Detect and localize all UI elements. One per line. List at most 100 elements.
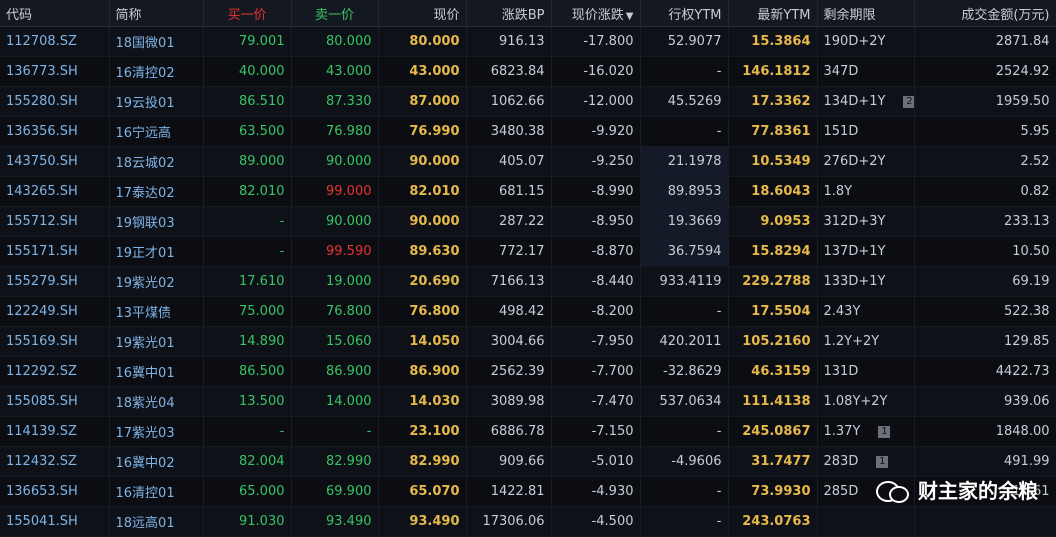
col-header-price[interactable]: 现价 (378, 0, 467, 27)
row-name: 18云城02 (109, 146, 204, 177)
col-header-bid[interactable]: 买一价 (203, 0, 292, 27)
row-latest-ytm: 105.2160 (728, 326, 818, 357)
row-latest-ytm: 243.0763 (728, 506, 818, 537)
row-name: 19紫光01 (109, 326, 204, 357)
table-row[interactable]: 155712.SH 19钢联03-90.000 90.000 287.22 -8.950… (0, 206, 1056, 237)
row-amount: 522.38 (914, 296, 1056, 327)
table-row[interactable]: 122249.SH 13平煤债 75.000 76.800 76.800 498.42 -8… (0, 296, 1056, 327)
row-amount: 491.99 (914, 446, 1056, 477)
term-value: 347D (823, 64, 859, 79)
row-ask: 80.000 (291, 26, 379, 57)
row-name: 16冀中01 (109, 356, 204, 387)
col-header-change[interactable]: 现价涨跌 ▼ (551, 0, 641, 27)
row-bp: 909.66 (466, 446, 552, 477)
table-row[interactable]: 114139.SZ 17紫光03- -23.100 6886.78 -7.150-245… (0, 416, 1056, 447)
row-ytm: 45.5269 (640, 86, 729, 117)
row-term: 1.8Y (817, 176, 915, 207)
row-price: 43.000 (378, 56, 467, 87)
row-price: 23.100 (378, 416, 467, 447)
note-badge[interactable]: 1 (876, 455, 889, 468)
table-row[interactable]: 155085.SH 18紫光04 13.500 14.000 14.030 3089.98… (0, 386, 1056, 417)
row-term: 1.37Y 1 (817, 416, 915, 447)
row-code: 155085.SH (0, 386, 110, 417)
row-ask: 76.800 (291, 296, 379, 327)
row-ytm: - (640, 416, 729, 447)
row-latest-ytm: 245.0867 (728, 416, 818, 447)
row-price: 93.490 (378, 506, 467, 537)
row-amount: 10.50 (914, 236, 1056, 267)
term-value: 285D (823, 484, 859, 499)
col-header-latest-ytm[interactable]: 最新YTM (728, 0, 818, 27)
term-value: 276D+2Y (823, 154, 886, 169)
row-ask: 93.490 (291, 506, 379, 537)
table-row[interactable]: 112432.SZ 16冀中02 82.004 82.990 82.990 909.66-… (0, 446, 1056, 477)
row-change: -8.990 (551, 176, 641, 207)
row-bid: 89.000 (203, 146, 292, 177)
row-bid: 82.010 (203, 176, 292, 207)
term-value: 1.37Y (823, 424, 861, 439)
row-ask: 82.990 (291, 446, 379, 477)
row-change: -9.250 (551, 146, 641, 177)
row-bp: 17306.06 (466, 506, 552, 537)
term-value: 1.2Y+2Y (823, 334, 880, 349)
row-ytm: 19.3669 (640, 206, 729, 237)
row-code: 155280.SH (0, 86, 110, 117)
row-change: -9.920 (551, 116, 641, 147)
col-header-name[interactable]: 简称 (109, 0, 204, 27)
table-row[interactable]: 136356.SH 16宁远高 63.500 76.980 76.990 3480.38-… (0, 116, 1056, 147)
row-term: 276D+2Y (817, 146, 915, 177)
table-row[interactable]: 155169.SH 19紫光01 14.890 15.060 14.050 3004.66… (0, 326, 1056, 357)
row-ask: 86.900 (291, 356, 379, 387)
row-name: 18远高01 (109, 506, 204, 537)
row-code: 155169.SH (0, 326, 110, 357)
col-header-term[interactable]: 剩余期限 (817, 0, 915, 27)
wechat-logo-icon (876, 477, 910, 503)
table-row[interactable]: 143750.SH 18云城02 89.000 90.000 90.000 405.07-… (0, 146, 1056, 177)
col-header-ytm[interactable]: 行权YTM (640, 0, 729, 27)
col-header-bp[interactable]: 涨跌BP (466, 0, 552, 27)
row-code: 155041.SH (0, 506, 110, 537)
row-change: -12.000 (551, 86, 641, 117)
row-amount: 2.52 (914, 146, 1056, 177)
row-latest-ytm: 10.5349 (728, 146, 818, 177)
note-badge[interactable]: 1 (878, 425, 891, 438)
table-row[interactable]: 155279.SH 19紫光02 17.610 19.000 20.690 7166.13… (0, 266, 1056, 297)
table-row[interactable]: 112708.SZ 18国微01 79.001 80.000 80.000 916.13-… (0, 26, 1056, 57)
row-bid: 17.610 (203, 266, 292, 297)
row-change: -4.930 (551, 476, 641, 507)
row-price: 82.010 (378, 176, 467, 207)
table-row[interactable]: 112292.SZ 16冀中01 86.500 86.900 86.900 2562.39… (0, 356, 1056, 387)
row-ask: 99.590 (291, 236, 379, 267)
row-price: 90.000 (378, 206, 467, 237)
row-price: 14.030 (378, 386, 467, 417)
row-code: 114139.SZ (0, 416, 110, 447)
row-bp: 772.17 (466, 236, 552, 267)
row-term: 312D+3Y (817, 206, 915, 237)
row-term: 1.08Y+2Y (817, 386, 915, 417)
col-header-change-label: 现价涨跌 (571, 7, 624, 23)
table-row[interactable]: 143265.SH 17泰达02 82.010 99.000 82.010 681.15-… (0, 176, 1056, 207)
row-ask: 76.980 (291, 116, 379, 147)
term-value: 134D+1Y (823, 94, 886, 109)
col-header-amount[interactable]: 成交金额(万元) (914, 0, 1056, 27)
row-ask: 90.000 (291, 146, 379, 177)
table-row[interactable]: 136773.SH 16清控02 40.000 43.000 43.000 6823.84… (0, 56, 1056, 87)
table-row[interactable]: 155280.SH 19云投01 86.510 87.330 87.000 1062.66… (0, 86, 1056, 117)
row-amount: 69.19 (914, 266, 1056, 297)
row-code: 155712.SH (0, 206, 110, 237)
row-ytm: 537.0634 (640, 386, 729, 417)
note-badge[interactable]: 2 (903, 95, 913, 108)
row-term: 347D (817, 56, 915, 87)
col-header-ask[interactable]: 卖一价 (291, 0, 379, 27)
table-row[interactable]: 155041.SH 18远高01 91.030 93.490 93.490 17306.0… (0, 506, 1056, 537)
row-code: 112708.SZ (0, 26, 110, 57)
row-bid: 14.890 (203, 326, 292, 357)
table-row[interactable]: 155171.SH 19正才01-99.590 89.630 772.17 -8.870… (0, 236, 1056, 267)
col-header-code[interactable]: 代码 (0, 0, 110, 27)
row-change: -5.010 (551, 446, 641, 477)
row-latest-ytm: 9.0953 (728, 206, 818, 237)
row-amount (914, 506, 1056, 537)
row-name: 16清控01 (109, 476, 204, 507)
row-bid: 82.004 (203, 446, 292, 477)
row-ask: - (291, 416, 379, 447)
